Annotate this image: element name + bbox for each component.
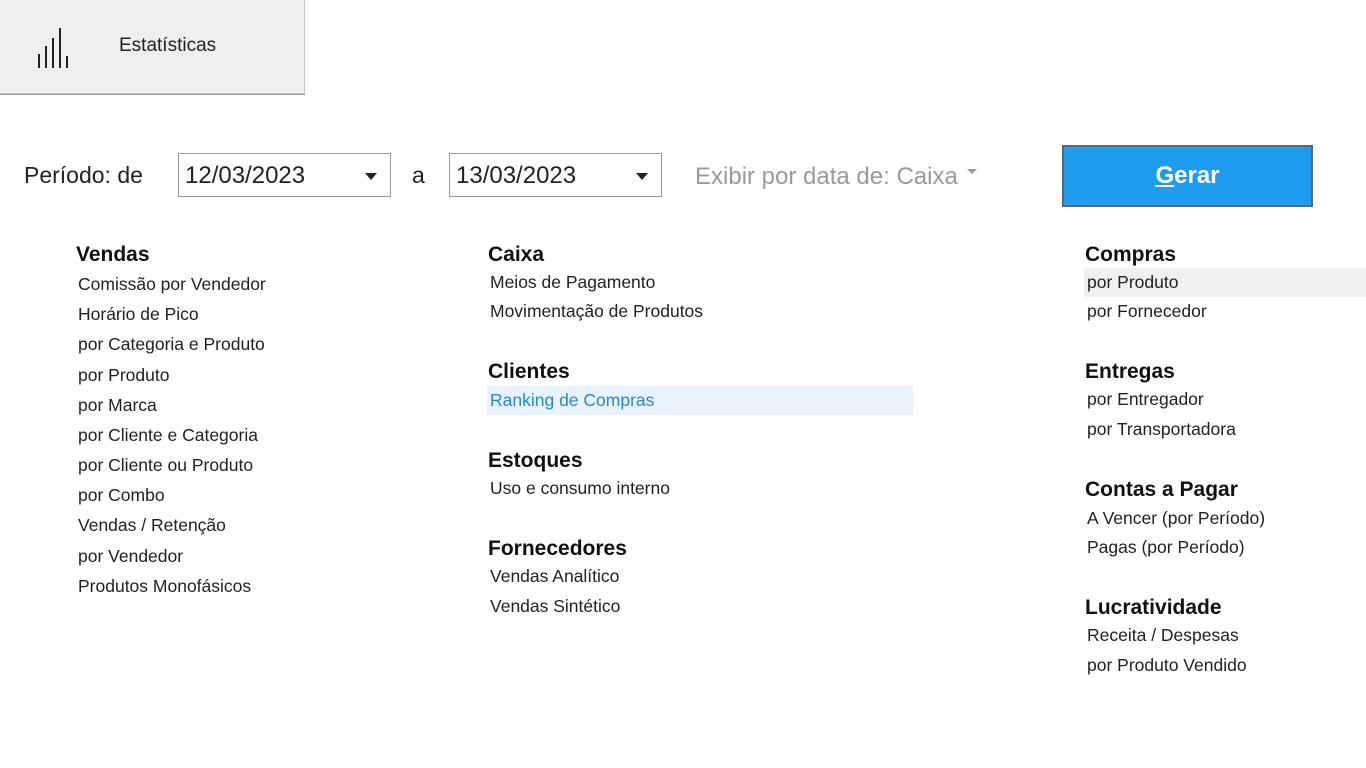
report-link-comissao-vendedor[interactable]: Comissão por Vendedor bbox=[75, 270, 405, 299]
report-link-entregador[interactable]: por Entregador bbox=[1084, 385, 1366, 414]
report-link-compras-fornecedor[interactable]: por Fornecedor bbox=[1084, 297, 1366, 326]
caret-down-icon bbox=[966, 169, 977, 175]
report-link-ranking-compras[interactable]: Ranking de Compras bbox=[487, 386, 913, 415]
section-title-vendas: Vendas bbox=[76, 243, 150, 266]
date-to-value: 13/03/2023 bbox=[456, 162, 577, 189]
tab-label: Estatísticas bbox=[119, 35, 217, 56]
section-title-compras: Compras bbox=[1085, 243, 1177, 266]
report-link-uso-consumo[interactable]: Uso e consumo interno bbox=[487, 474, 913, 503]
report-link-produto-vendido[interactable]: por Produto Vendido bbox=[1084, 651, 1366, 680]
date-from-value: 12/03/2023 bbox=[185, 162, 306, 189]
period-label: Período: de bbox=[24, 162, 143, 188]
bar-chart-icon bbox=[38, 28, 78, 68]
report-link-combo[interactable]: por Combo bbox=[75, 481, 405, 510]
section-title-clientes: Clientes bbox=[488, 360, 570, 383]
report-link-marca[interactable]: por Marca bbox=[75, 391, 405, 420]
report-link-categoria-produto[interactable]: por Categoria e Produto bbox=[75, 330, 405, 359]
chevron-down-icon[interactable] bbox=[636, 173, 648, 180]
report-link-vendas-produto[interactable]: por Produto bbox=[75, 361, 405, 390]
generate-button[interactable]: Gerar bbox=[1062, 145, 1313, 207]
report-link-compras-produto[interactable]: por Produto bbox=[1084, 268, 1366, 297]
report-link-pagas[interactable]: Pagas (por Período) bbox=[1084, 533, 1366, 562]
report-link-vendas-sintetico[interactable]: Vendas Sintético bbox=[487, 592, 913, 621]
report-link-horario-pico[interactable]: Horário de Pico bbox=[75, 300, 405, 329]
report-link-monofasicos[interactable]: Produtos Monofásicos bbox=[75, 572, 405, 601]
section-title-fornecedores: Fornecedores bbox=[488, 537, 627, 560]
report-link-vendedor[interactable]: por Vendedor bbox=[75, 542, 405, 571]
section-title-lucratividade: Lucratividade bbox=[1085, 596, 1222, 619]
display-by-label: Exibir por data de: Caixa bbox=[695, 163, 958, 190]
section-title-caixa: Caixa bbox=[488, 243, 545, 266]
generate-label: erar bbox=[1174, 162, 1220, 189]
display-by-dropdown[interactable]: Exibir por data de: Caixa bbox=[695, 163, 977, 191]
report-link-receita-despesas[interactable]: Receita / Despesas bbox=[1084, 621, 1366, 650]
tab-estatisticas[interactable]: Estatísticas bbox=[0, 0, 305, 94]
report-link-cliente-categoria[interactable]: por Cliente e Categoria bbox=[75, 421, 405, 450]
period-to-label: a bbox=[412, 162, 425, 188]
report-link-transportadora[interactable]: por Transportadora bbox=[1084, 415, 1366, 444]
chevron-down-icon[interactable] bbox=[365, 173, 377, 180]
date-from-picker[interactable]: 12/03/2023 bbox=[178, 153, 391, 197]
report-link-vendas-analitico[interactable]: Vendas Analítico bbox=[487, 562, 913, 591]
report-link-movimentacao-produtos[interactable]: Movimentação de Produtos bbox=[487, 297, 913, 326]
section-title-entregas: Entregas bbox=[1085, 360, 1175, 383]
generate-mnemonic: G bbox=[1155, 162, 1175, 189]
date-to-picker[interactable]: 13/03/2023 bbox=[449, 153, 662, 197]
section-title-contas-pagar: Contas a Pagar bbox=[1085, 478, 1238, 501]
report-link-meios-pagamento[interactable]: Meios de Pagamento bbox=[487, 268, 913, 297]
section-title-estoques: Estoques bbox=[488, 449, 583, 472]
report-link-a-vencer[interactable]: A Vencer (por Período) bbox=[1084, 504, 1366, 533]
report-link-cliente-produto[interactable]: por Cliente ou Produto bbox=[75, 451, 405, 480]
report-link-vendas-retencao[interactable]: Vendas / Retenção bbox=[75, 511, 405, 540]
